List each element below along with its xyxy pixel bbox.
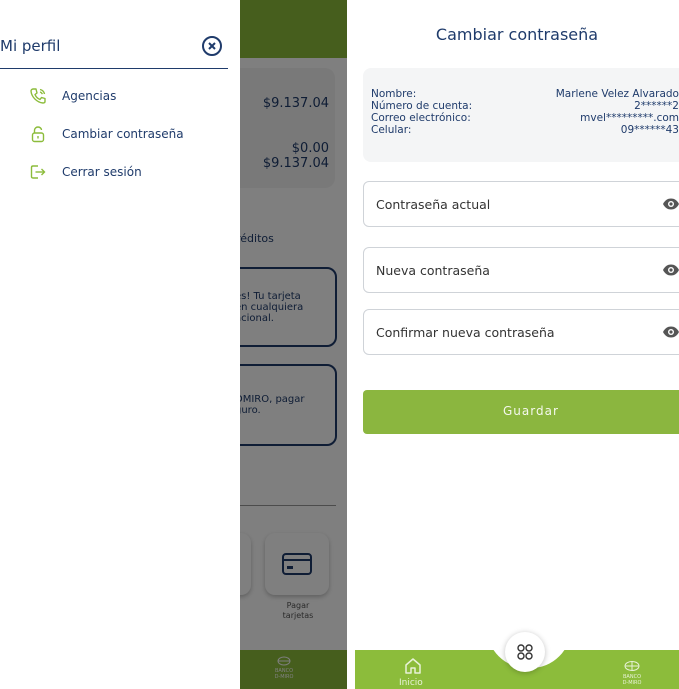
menu-item-agencias[interactable]: Agencias xyxy=(28,85,116,107)
menu-item-label: Cerrar sesión xyxy=(62,165,142,179)
eye-icon[interactable] xyxy=(662,325,679,339)
home-label: Inicio xyxy=(399,678,423,688)
change-password-screen: Cambiar contraseña Nombre: Marlene Velez… xyxy=(355,0,679,689)
new-password-field xyxy=(363,247,679,293)
menu-item-label: Cambiar contraseña xyxy=(62,127,184,141)
page-title: Cambiar contraseña xyxy=(435,25,599,44)
eye-icon[interactable] xyxy=(662,197,679,211)
info-value: 2******2 xyxy=(634,100,679,112)
phone-icon xyxy=(28,86,48,106)
confirm-password-input[interactable] xyxy=(376,322,636,342)
info-value: mvel*********.com xyxy=(580,112,679,124)
account-info-card: Nombre: Marlene Velez Alvarado Número de… xyxy=(363,68,679,162)
profile-drawer: Mi perfil Agencias Cambiar contraseña Ce… xyxy=(0,0,240,689)
lock-icon xyxy=(28,124,48,144)
info-value: 09******43 xyxy=(620,124,679,136)
menu-grid-button[interactable] xyxy=(505,632,545,672)
current-password-input[interactable] xyxy=(376,194,636,214)
close-button[interactable] xyxy=(202,36,222,56)
bank-logo-text: D-MIRO xyxy=(622,680,642,686)
bank-logo: BANCO D-MIRO xyxy=(617,660,647,686)
menu-item-label: Agencias xyxy=(62,89,117,103)
logout-icon xyxy=(28,162,48,182)
info-label: Número de cuenta: xyxy=(371,100,473,112)
save-button[interactable]: Guardar xyxy=(363,390,679,434)
menu-item-cambiar-contrasena[interactable]: Cambiar contraseña xyxy=(28,123,184,145)
new-password-input[interactable] xyxy=(376,260,636,280)
info-label: Nombre: xyxy=(371,88,417,100)
eye-icon[interactable] xyxy=(662,263,679,277)
close-icon xyxy=(208,42,216,50)
grid-icon xyxy=(517,644,533,660)
menu-item-cerrar-sesion[interactable]: Cerrar sesión xyxy=(28,161,142,183)
drawer-header: Mi perfil xyxy=(0,30,228,69)
left-screen: $9.137.04 $0.00 $9.137.04 réditos es! Tu… xyxy=(0,0,347,689)
current-password-field xyxy=(363,181,679,227)
info-label: Celular: xyxy=(371,124,412,136)
home-icon[interactable] xyxy=(403,656,423,676)
bank-icon xyxy=(624,661,640,671)
info-value: Marlene Velez Alvarado xyxy=(555,88,679,100)
drawer-title: Mi perfil xyxy=(0,37,61,55)
confirm-password-field xyxy=(363,309,679,355)
info-label: Correo electrónico: xyxy=(371,112,471,124)
save-button-label: Guardar xyxy=(503,404,559,418)
